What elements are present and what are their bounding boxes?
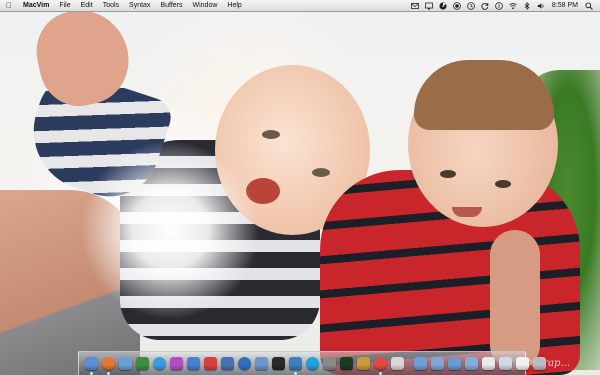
- trash-icon[interactable]: [533, 357, 546, 370]
- dock-apps: [83, 357, 406, 375]
- brush-icon[interactable]: [357, 357, 370, 370]
- volume-icon[interactable]: [537, 2, 545, 10]
- apple-logo-icon[interactable]: : [0, 0, 18, 11]
- firefox-icon[interactable]: [102, 357, 115, 375]
- wallpaper-eye: [495, 180, 511, 188]
- spotlight-search-icon[interactable]: [585, 1, 593, 10]
- desktop[interactable]: Photograp...  MacVim File Edit Tools Sy…: [0, 0, 600, 375]
- record-icon[interactable]: [453, 1, 461, 10]
- wallpaper-eye: [262, 130, 280, 139]
- file-stack-icon[interactable]: [516, 357, 529, 370]
- wallpaper-adult-hand: [490, 230, 540, 370]
- dock-stacks: [412, 357, 548, 370]
- chrome-icon[interactable]: [374, 357, 387, 375]
- status-menus: 8:58 PM: [408, 0, 600, 11]
- wallpaper-light-flare: [80, 140, 260, 320]
- itunes-icon[interactable]: [170, 357, 183, 370]
- terminal-icon[interactable]: [340, 357, 353, 370]
- finder-icon[interactable]: [85, 357, 98, 375]
- pen-icon[interactable]: [136, 357, 149, 370]
- menu-app-name[interactable]: MacVim: [18, 0, 54, 11]
- menu-bar:  MacVim File Edit Tools Syntax Buffers …: [0, 0, 600, 12]
- preview-icon[interactable]: [119, 357, 132, 370]
- skype-icon[interactable]: [306, 357, 319, 370]
- menu-help[interactable]: Help: [222, 0, 246, 11]
- photo-app-icon[interactable]: [272, 357, 285, 370]
- pictures-folder-icon[interactable]: [465, 357, 478, 370]
- document-stack-icon[interactable]: [482, 357, 495, 370]
- dock: [78, 351, 546, 375]
- network-icon[interactable]: [238, 357, 251, 370]
- documents-folder-icon[interactable]: [431, 357, 444, 370]
- downloads-folder-icon[interactable]: [448, 357, 461, 370]
- notes-icon[interactable]: [391, 357, 404, 370]
- xcode-icon[interactable]: [221, 357, 234, 370]
- info-icon[interactable]: [495, 1, 503, 10]
- menu-syntax[interactable]: Syntax: [124, 0, 155, 11]
- menu-buffers[interactable]: Buffers: [155, 0, 187, 11]
- clock-icon[interactable]: [467, 1, 475, 10]
- mail-icon[interactable]: [411, 2, 419, 10]
- menu-file[interactable]: File: [54, 0, 75, 11]
- screen-icon[interactable]: [425, 2, 433, 10]
- system-prefs-icon[interactable]: [323, 357, 336, 370]
- wallpaper-eye: [440, 170, 456, 178]
- radioactive-icon[interactable]: [439, 1, 447, 10]
- window-stack-icon[interactable]: [499, 357, 512, 370]
- sync-icon[interactable]: [481, 2, 489, 10]
- menu-bar-clock[interactable]: 8:58 PM: [552, 2, 578, 9]
- mail-app-icon[interactable]: [255, 357, 268, 370]
- vim-icon[interactable]: [289, 357, 302, 375]
- menu-window[interactable]: Window: [188, 0, 223, 11]
- wallpaper-baby-right-hair: [414, 60, 554, 130]
- applications-folder-icon[interactable]: [414, 357, 427, 370]
- wifi-icon[interactable]: [509, 2, 517, 10]
- safari-icon[interactable]: [153, 357, 166, 370]
- app-store-icon[interactable]: [187, 357, 200, 370]
- calendar-icon[interactable]: [204, 357, 217, 370]
- bluetooth-icon[interactable]: [523, 1, 531, 10]
- menu-tools[interactable]: Tools: [98, 0, 124, 11]
- wallpaper-eye: [312, 168, 330, 177]
- menu-edit[interactable]: Edit: [76, 0, 98, 11]
